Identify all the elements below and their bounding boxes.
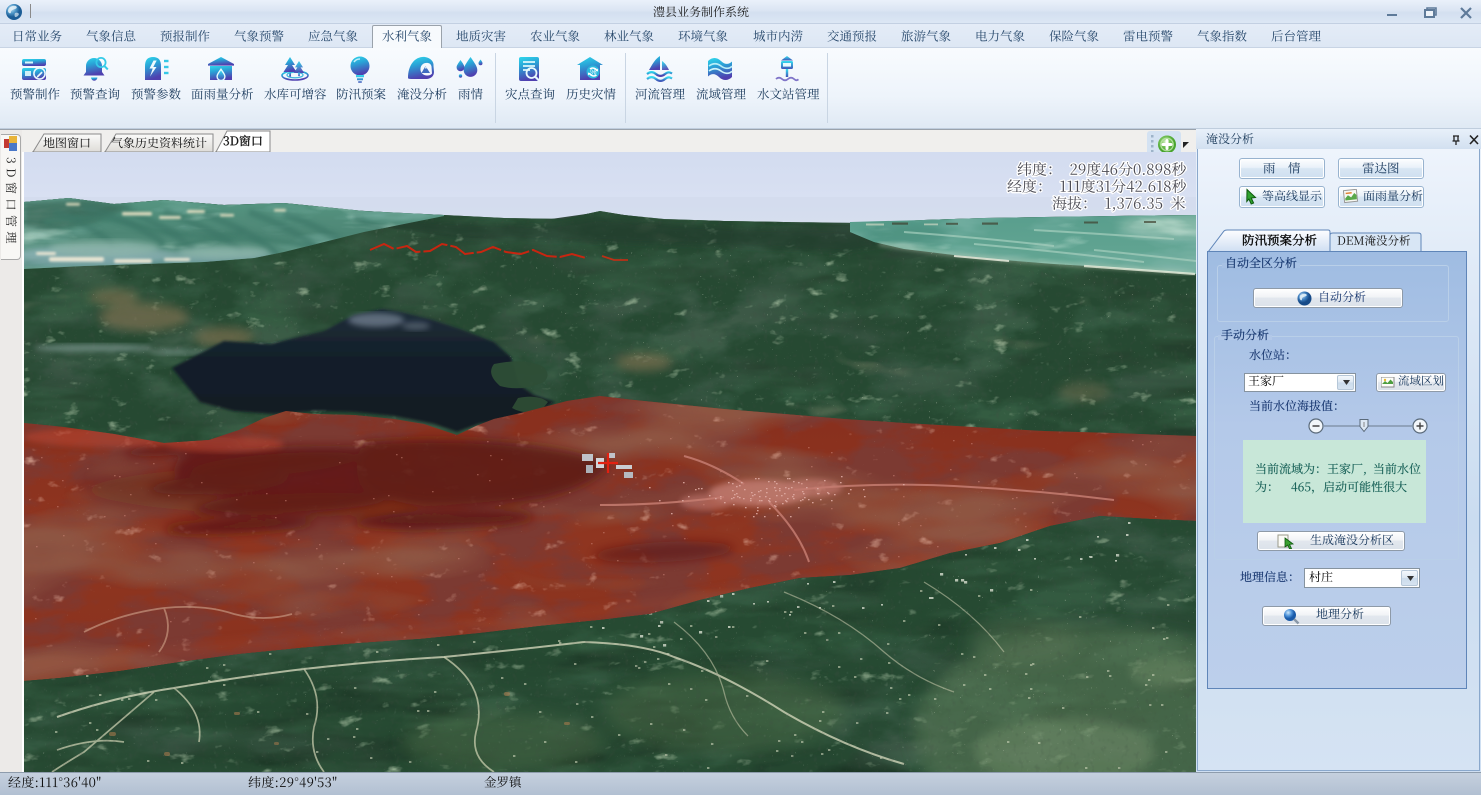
svg-text:%: % <box>590 70 596 77</box>
